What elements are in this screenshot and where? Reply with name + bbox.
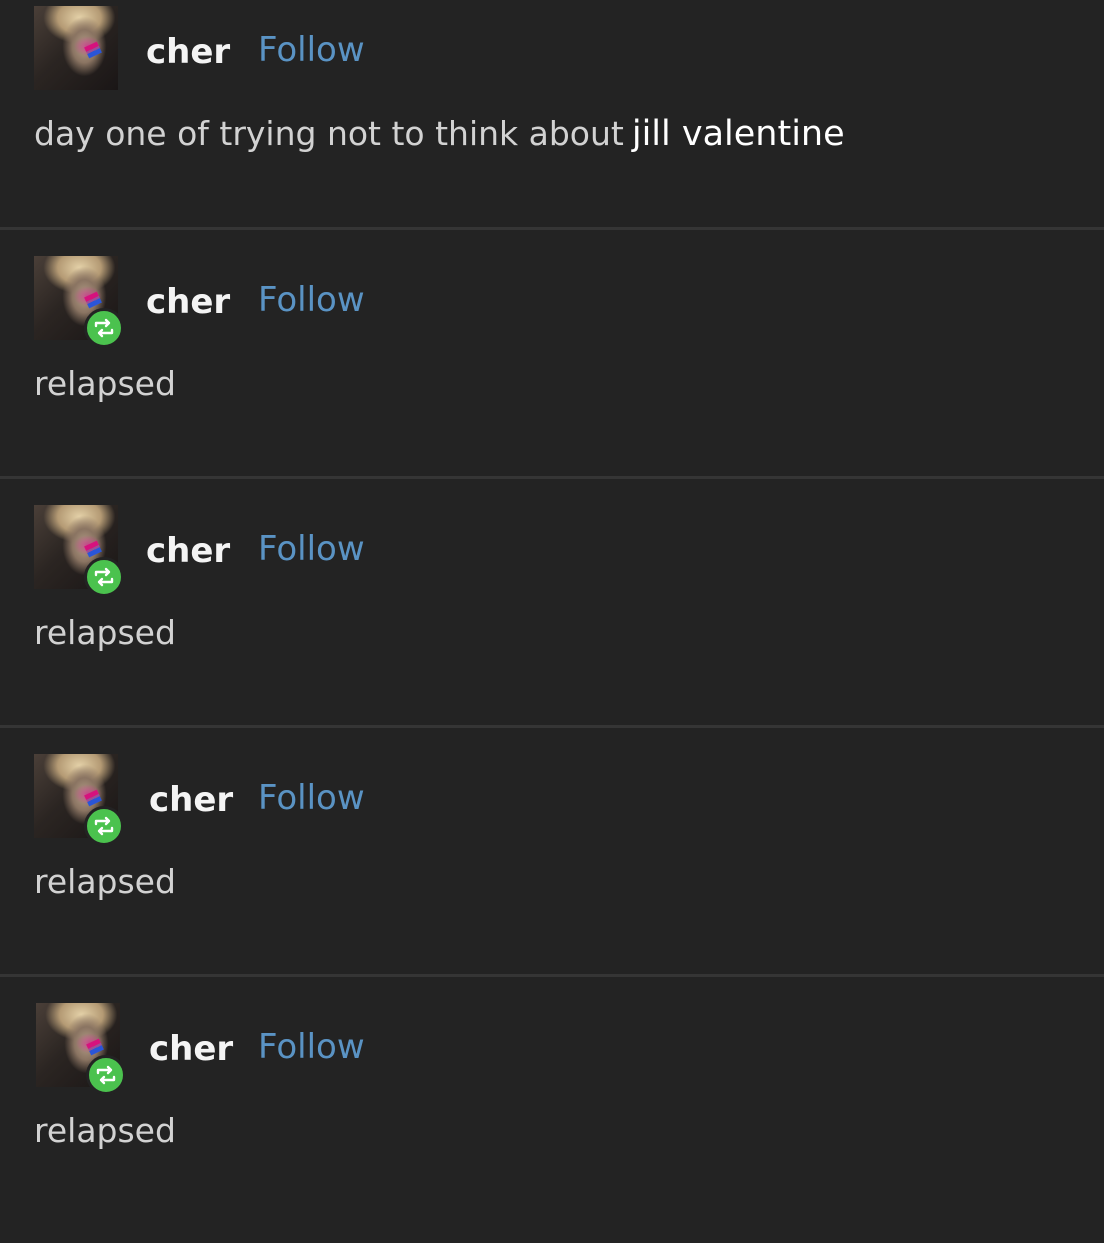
follow-button[interactable]: Follow [258, 276, 365, 324]
divider [0, 725, 1104, 728]
follow-button[interactable]: Follow [258, 774, 365, 822]
follow-button[interactable]: Follow [258, 1023, 365, 1071]
post-text: day one of trying not to think about jill… [34, 110, 845, 158]
reblog-icon [84, 557, 124, 597]
username[interactable]: cher [146, 527, 230, 575]
divider [0, 974, 1104, 977]
post-text-main: day one of trying not to think about [34, 114, 624, 153]
post-text: relapsed [34, 1111, 176, 1150]
follow-button[interactable]: Follow [258, 26, 365, 74]
follow-button[interactable]: Follow [258, 525, 365, 573]
username[interactable]: cher [146, 28, 230, 76]
username[interactable]: cher [149, 776, 233, 824]
divider [0, 227, 1104, 230]
divider [0, 476, 1104, 479]
avatar-image [34, 6, 118, 90]
avatar[interactable] [34, 505, 124, 597]
avatar[interactable] [34, 256, 124, 348]
post: cher Follow day one of trying not to thi… [0, 0, 1104, 246]
avatar[interactable] [36, 1003, 126, 1095]
post: cher Follow relapsed [0, 997, 1104, 1243]
username[interactable]: cher [149, 1025, 233, 1073]
reblog-icon [86, 1055, 126, 1095]
post: cher Follow relapsed [0, 499, 1104, 745]
reblog-icon [84, 806, 124, 846]
post-text: relapsed [34, 364, 176, 403]
avatar[interactable] [34, 6, 118, 90]
post: cher Follow relapsed [0, 250, 1104, 496]
username[interactable]: cher [146, 278, 230, 326]
post-text-highlight: jill valentine [631, 114, 845, 154]
post-text: relapsed [34, 613, 176, 652]
avatar[interactable] [34, 754, 124, 846]
reblog-icon [84, 308, 124, 348]
post: cher Follow relapsed [0, 748, 1104, 994]
post-text: relapsed [34, 862, 176, 901]
